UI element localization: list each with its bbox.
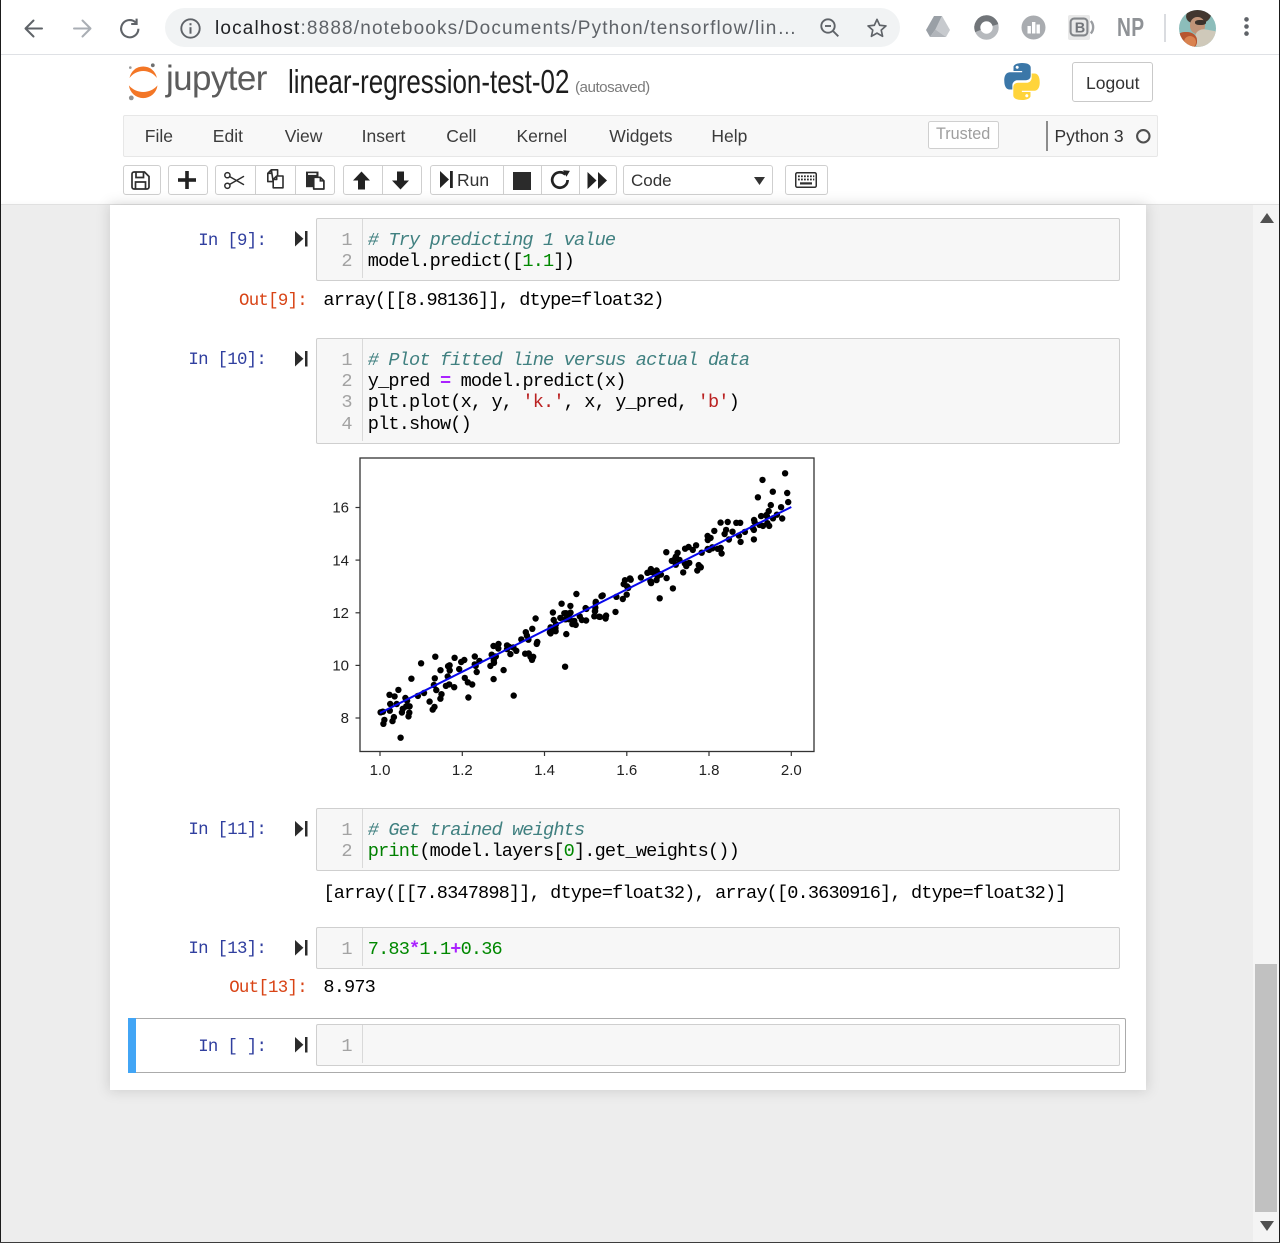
svg-text:1.8: 1.8	[699, 762, 720, 779]
svg-text:14: 14	[332, 552, 349, 569]
svg-text:1.0: 1.0	[370, 762, 391, 779]
svg-text:12: 12	[332, 605, 349, 622]
svg-text:16: 16	[332, 500, 349, 517]
svg-text:B: B	[1075, 20, 1085, 36]
svg-text:8: 8	[341, 710, 349, 727]
svg-text:10: 10	[332, 658, 349, 675]
svg-text:2.0: 2.0	[781, 762, 802, 779]
svg-text:1.4: 1.4	[534, 762, 555, 779]
svg-text:1.2: 1.2	[452, 762, 473, 779]
svg-text:1.6: 1.6	[616, 762, 637, 779]
